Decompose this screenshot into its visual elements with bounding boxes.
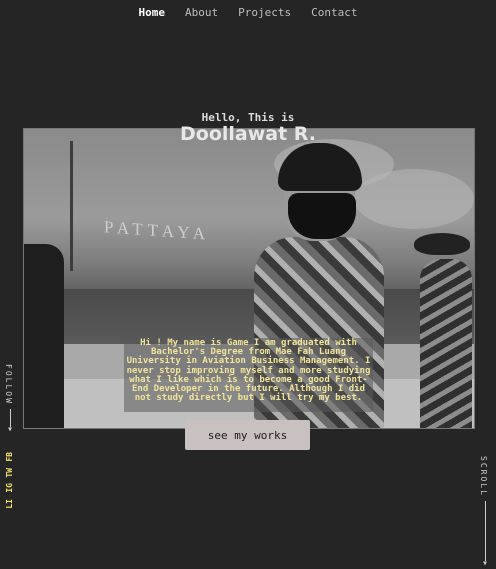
nav-contact[interactable]: Contact [311, 6, 357, 19]
scroll-line [484, 500, 486, 561]
nav-about[interactable]: About [185, 6, 218, 19]
social-link-ig[interactable]: IG [5, 483, 14, 493]
photo-lamp-pole [70, 141, 73, 271]
top-nav: Home About Projects Contact [0, 6, 496, 19]
follow-label: FOLLOW [4, 364, 13, 405]
social-link-tw[interactable]: TW [5, 468, 14, 478]
scroll-indicator[interactable]: SCROLL ▾ [479, 456, 491, 569]
follow-indicator: FOLLOW ▾ [4, 364, 16, 435]
hero-intro-text: Hi ! My name is Game I am graduated with… [124, 338, 373, 412]
nav-projects[interactable]: Projects [238, 6, 291, 19]
scroll-label: SCROLL [479, 456, 488, 497]
social-link-fb[interactable]: FB [5, 452, 14, 462]
see-my-works-button[interactable]: see my works [185, 420, 310, 450]
photo-person-right [414, 233, 474, 428]
social-links: FB TW IG LI [5, 452, 14, 509]
photo-sign: PATTAYA [104, 217, 211, 244]
hero-name: Doollawat R. [180, 123, 316, 145]
photo-person-left [24, 244, 64, 428]
nav-home[interactable]: Home [139, 6, 166, 19]
scroll-arrow-icon: ▾ [481, 557, 489, 569]
social-link-li[interactable]: LI [5, 499, 14, 509]
arrow-down-icon: ▾ [6, 423, 14, 435]
